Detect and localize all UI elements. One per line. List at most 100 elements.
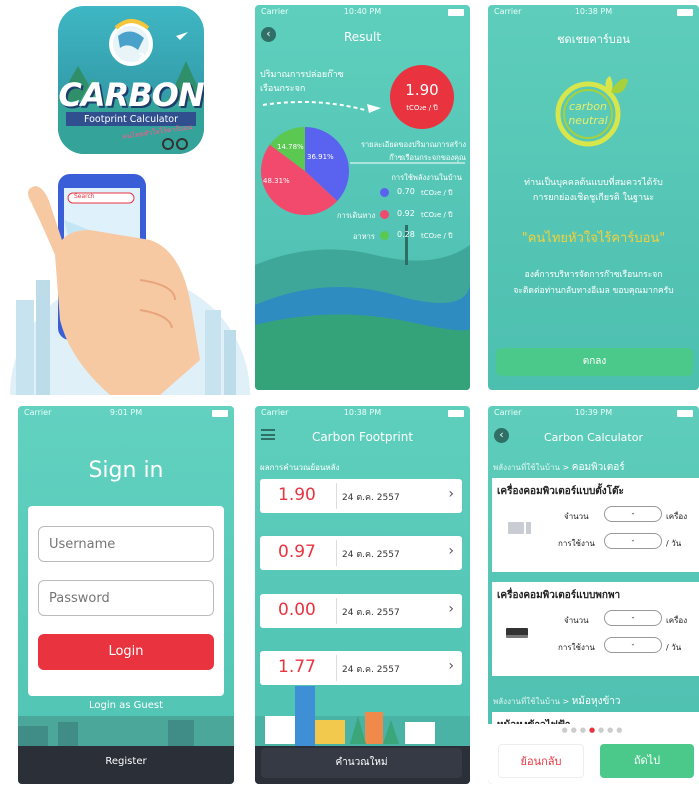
register-link[interactable]: Register <box>18 756 234 767</box>
offset-screen: Carrier 10:38 PM ชดเชยคาร์บอน carbon neu… <box>488 5 699 390</box>
signin-screen: Carrier 9:01 PM Sign in Login Login as G… <box>18 406 234 784</box>
breadcrumb-parent[interactable]: พลังงานที่ใช้ในบ้าน <box>493 697 560 706</box>
chevron-right-icon: › <box>448 486 454 502</box>
login-card: Login <box>28 506 224 696</box>
laptop-icon <box>506 628 528 638</box>
app-logo: 2 CARBON Footprint Calculator คนไทยหัวใจ… <box>58 6 204 154</box>
history-value: 0.00 <box>278 600 316 620</box>
battery-icon <box>677 9 693 16</box>
legend-value-travel: 0.92 <box>397 209 415 218</box>
legend-unit-home: tCO₂e / ปี <box>421 189 453 197</box>
total-circle: 1.90 tCO₂e / ปี <box>390 65 454 129</box>
chevron-right-icon: › <box>448 601 454 617</box>
badge-word-1: carbon <box>569 100 607 113</box>
history-divider <box>336 598 337 624</box>
org-line-2: จะติดต่อท่านกลับทางอีเมล ขอบคุณมากครับ <box>513 286 674 296</box>
legend-value-home: 0.70 <box>397 187 415 196</box>
footprint-screen: Carrier 10:38 PM Carbon Footprint ผลการค… <box>255 406 470 784</box>
carbon-neutral-badge: carbon neutral <box>550 70 630 150</box>
new-calc-button[interactable]: คำนวณใหม่ <box>261 748 462 778</box>
phone-search-text: Search <box>74 193 95 200</box>
history-divider <box>336 540 337 566</box>
qty-unit: เครื่อง <box>666 616 688 625</box>
legend-unit-travel: tCO₂e / ปี <box>421 211 453 219</box>
total-value: 1.90 <box>405 81 439 99</box>
breadcrumb-separator: > <box>562 697 570 706</box>
history-value: 0.97 <box>278 542 316 562</box>
message-line-2: การยกย่องเชิดชูเกียรติ ในฐานะ <box>532 193 655 203</box>
qty-field[interactable]: - <box>604 506 662 522</box>
pie-label-3: 14.78% <box>277 143 304 151</box>
use-unit: / วัน <box>666 643 682 652</box>
chevron-right-icon: › <box>448 658 454 674</box>
total-unit: tCO₂e / ปี <box>406 104 438 112</box>
logo-c2: 2 <box>138 52 145 63</box>
laptop-card: เครื่องคอมพิวเตอร์แบบพกพา จำนวน - เครื่อ… <box>492 582 699 676</box>
card-title: เครื่องคอมพิวเตอร์แบบพกพา <box>497 590 621 601</box>
detail-label-1: รายละเอียดของปริมาณการสร้าง <box>360 140 466 149</box>
breadcrumb: พลังงานที่ใช้ในบ้าน > คอมพิวเตอร์ <box>493 460 625 475</box>
result-screen: Carrier 10:40 PM ‹ Result ปริมาณการปล่อย… <box>255 5 470 390</box>
qty-unit: เครื่อง <box>666 512 688 521</box>
history-divider <box>336 483 337 509</box>
back-nav-button[interactable]: ย้อนกลับ <box>498 744 584 778</box>
history-row[interactable]: 0.00 24 ต.ค. 2557 › <box>260 594 462 628</box>
history-divider <box>336 655 337 681</box>
ok-button[interactable]: ตกลง <box>496 348 693 376</box>
battery-icon <box>677 410 693 417</box>
legend-dot-food <box>380 231 389 240</box>
pie-label-1: 36.91% <box>307 153 334 161</box>
calculator-screen: Carrier 10:39 PM ‹ Carbon Calculator พลั… <box>488 406 699 784</box>
page-dots: ●●●●●●● <box>561 726 626 734</box>
status-bar: Carrier 10:38 PM <box>488 5 699 19</box>
clock-text: 9:01 PM <box>109 408 143 417</box>
history-row[interactable]: 0.97 24 ต.ค. 2557 › <box>260 536 462 570</box>
legend-label-home: การใช้พลังงานในบ้าน <box>391 173 462 182</box>
history-row[interactable]: 1.77 24 ต.ค. 2557 › <box>260 651 462 685</box>
breadcrumb-current: หม้อหุงข้าว <box>571 696 621 707</box>
use-label: การใช้งาน <box>558 643 595 652</box>
legend-unit-food: tCO₂e / ปี <box>421 232 453 240</box>
clock-text: 10:38 PM <box>574 7 613 16</box>
next-button[interactable]: ถัดไป <box>600 744 694 778</box>
pie-label-2: 48.31% <box>263 177 290 185</box>
login-button[interactable]: Login <box>38 634 214 670</box>
history-value: 1.77 <box>278 657 316 677</box>
card-title: เครื่องคอมพิวเตอร์แบบตั้งโต๊ะ <box>497 486 624 497</box>
clock-text: 10:38 PM <box>343 408 382 417</box>
slogan-text: "คนไทยหัวใจไร้คาร์บอน" <box>521 231 666 246</box>
password-input[interactable] <box>38 580 214 616</box>
battery-icon <box>448 410 464 417</box>
history-date: 24 ต.ค. 2557 <box>342 493 400 503</box>
status-bar: Carrier 10:39 PM <box>488 406 699 420</box>
battery-icon <box>212 410 228 417</box>
status-bar: Carrier 9:01 PM <box>18 406 234 420</box>
breadcrumb-2: พลังงานที่ใช้ในบ้าน > หม้อหุงข้าว <box>493 694 621 709</box>
page-title: Sign in <box>88 458 164 483</box>
history-date: 24 ต.ค. 2557 <box>342 608 400 618</box>
history-value: 1.90 <box>278 485 316 505</box>
page-title: ชดเชยคาร์บอน <box>557 33 630 46</box>
qty-label: จำนวน <box>564 616 589 625</box>
pie-chart <box>260 127 349 216</box>
use-field[interactable]: - <box>604 637 662 653</box>
username-input[interactable] <box>38 526 214 562</box>
qty-field[interactable]: - <box>604 610 662 626</box>
guest-link[interactable]: Login as Guest <box>18 700 234 711</box>
use-field[interactable]: - <box>604 533 662 549</box>
chevron-right-icon: › <box>448 543 454 559</box>
legend-label-travel: การเดินทาง <box>337 211 376 220</box>
page-title: Carbon Calculator <box>544 431 643 444</box>
badge-word-2: neutral <box>568 114 608 127</box>
legend-dot-travel <box>380 210 389 219</box>
page-title: Carbon Footprint <box>311 430 414 444</box>
desktop-computer-icon <box>508 522 531 534</box>
history-date: 24 ต.ค. 2557 <box>342 665 400 675</box>
breadcrumb-current: คอมพิวเตอร์ <box>571 462 625 473</box>
use-unit: / วัน <box>666 539 682 548</box>
legend-value-food: 0.28 <box>397 230 415 239</box>
logo-title: CARBON <box>58 76 204 114</box>
use-label: การใช้งาน <box>558 539 595 548</box>
history-row[interactable]: 1.90 24 ต.ค. 2557 › <box>260 479 462 513</box>
breadcrumb-parent[interactable]: พลังงานที่ใช้ในบ้าน <box>493 463 560 472</box>
